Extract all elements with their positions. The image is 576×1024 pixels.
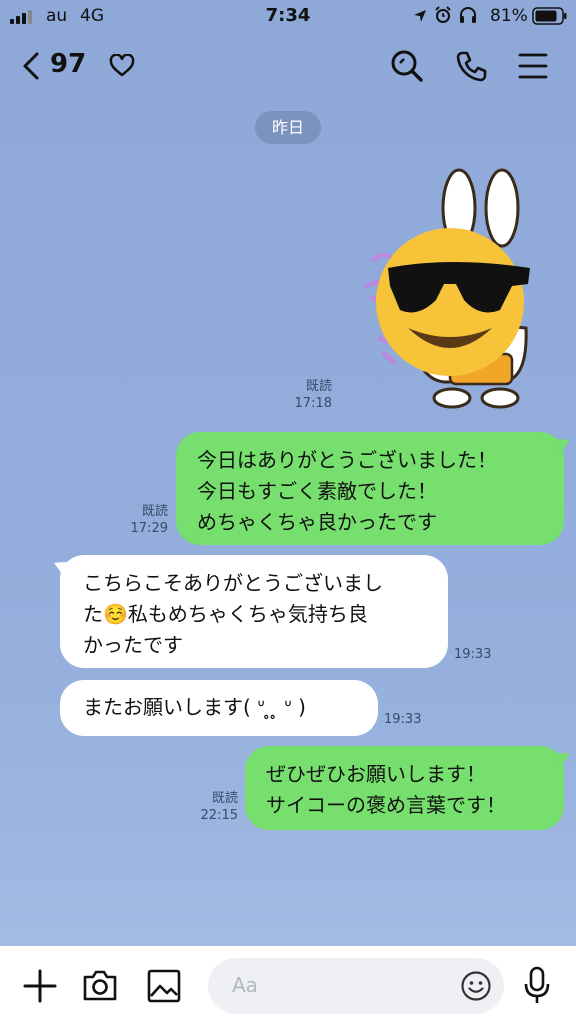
search-icon[interactable]	[390, 49, 424, 83]
camera-icon[interactable]	[82, 968, 118, 1002]
back-chevron-icon[interactable]	[20, 51, 42, 81]
chat-header: 97	[0, 32, 576, 102]
message-line: めちゃくちゃ良かったです	[197, 510, 437, 534]
read-receipt: 既読 22:15	[200, 791, 238, 823]
alarm-icon	[435, 6, 451, 23]
message-time: 19:33	[384, 712, 422, 727]
microphone-icon[interactable]	[522, 966, 552, 1006]
received-message-bubble[interactable]: またお願いします( ᐡ ̥ ̥ ᐡ )	[60, 680, 378, 736]
read-receipt: 既読 17:18	[294, 379, 332, 411]
phone-icon[interactable]	[455, 49, 489, 83]
heart-icon[interactable]	[109, 54, 135, 78]
date-separator: 昨日	[255, 111, 321, 144]
message-line: 今日はありがとうございました！	[197, 448, 497, 472]
bubble-tail	[50, 557, 70, 577]
message-line: またお願いします( ᐡ ̥ ̥ ᐡ )	[83, 695, 306, 719]
message-line: かったです	[83, 633, 183, 657]
message-line: こちらこそありがとうございまし	[83, 571, 383, 595]
message-line: た☺️私もめちゃくちゃ気持ち良	[83, 602, 368, 626]
message-input[interactable]: Aa	[208, 958, 504, 1014]
battery-icon	[532, 7, 567, 25]
message-line: 今日もすごく素敵でした！	[197, 479, 437, 503]
message-time: 19:33	[454, 647, 492, 662]
image-icon[interactable]	[146, 968, 182, 1004]
menu-icon[interactable]	[518, 52, 548, 80]
read-receipt: 既読 17:29	[130, 504, 168, 536]
unread-count[interactable]: 97	[50, 49, 86, 79]
message-line: サイコーの褒め言葉です！	[266, 793, 506, 817]
bunny-sunglasses-sticker[interactable]	[352, 168, 548, 412]
message-input-placeholder: Aa	[232, 973, 258, 997]
sent-message-bubble[interactable]: ぜひぜひお願いします！ サイコーの褒め言葉です！	[245, 746, 574, 830]
received-message-bubble[interactable]: こちらこそありがとうございまし た☺️私もめちゃくちゃ気持ち良 かったです	[50, 555, 448, 668]
plus-icon[interactable]	[22, 968, 58, 1004]
message-line: ぜひぜひお願いします！	[266, 762, 486, 786]
battery-percent: 81%	[490, 6, 528, 26]
location-arrow-icon	[414, 10, 426, 22]
status-bar: au 4G 7:34 81%	[0, 0, 576, 32]
emoji-icon[interactable]	[460, 970, 492, 1002]
sent-message-bubble[interactable]: 今日はありがとうございました！ 今日もすごく素敵でした！ めちゃくちゃ良かったで…	[176, 432, 574, 545]
headphones-icon	[460, 7, 476, 23]
